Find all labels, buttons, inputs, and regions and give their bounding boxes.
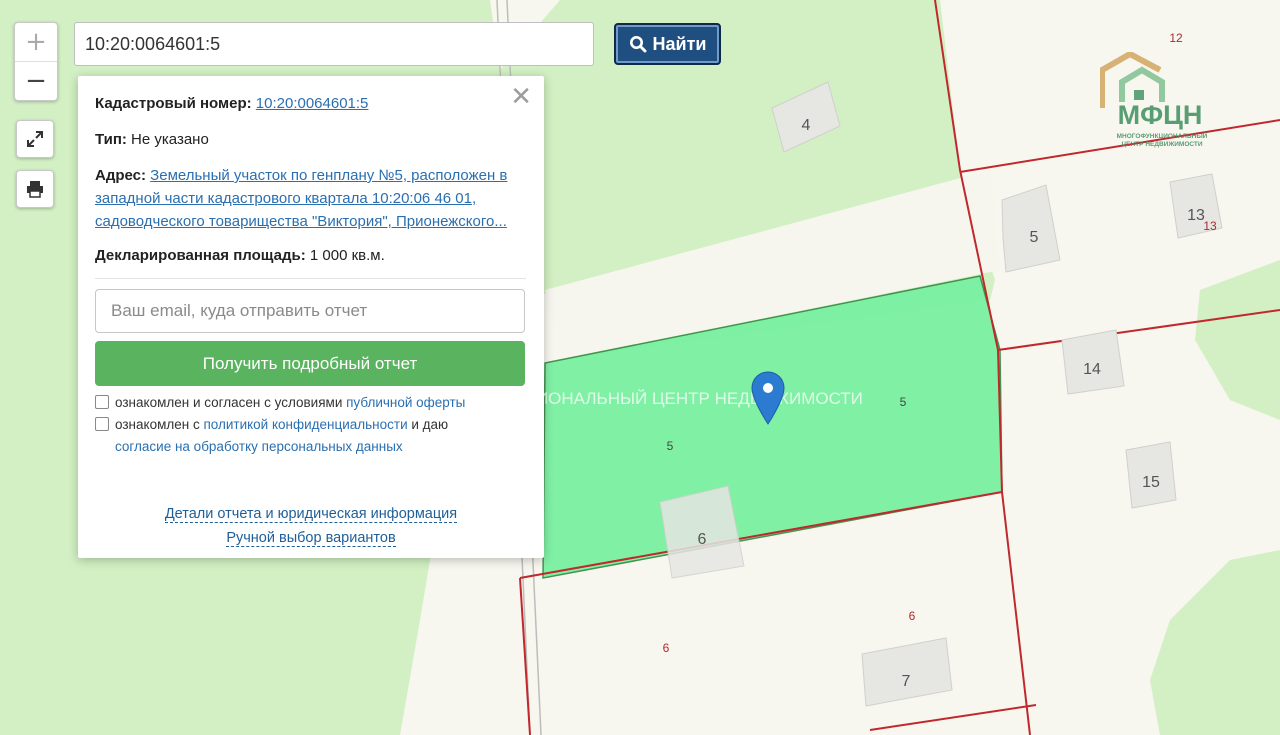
mfcn-logo: МФЦН МНОГОФУНКЦИОНАЛЬНЫЙ ЦЕНТР НЕДВИЖИМО… [1100,52,1208,148]
logo-subtitle-2: ЦЕНТР НЕДВИЖИМОСТИ [1121,141,1202,148]
close-icon[interactable]: ✕ [510,84,532,110]
search-icon [629,36,647,53]
area-row: Декларированная площадь: 1 000 кв.м. [95,244,526,267]
get-report-button[interactable]: Получить подробный отчет [95,341,525,386]
public-offer-link[interactable]: публичной оферты [346,395,465,410]
offer-consent-text: ознакомлен и согласен с условиями публич… [115,392,465,414]
building-number: 15 [1142,474,1160,491]
address-link[interactable]: Земельный участок по генплану №5, распол… [95,167,507,230]
report-details-link[interactable]: Детали отчета и юридическая информация [164,506,458,523]
type-value: Не указано [131,131,209,148]
privacy-consent-text: ознакомлен с политикой конфиденциальност… [115,414,448,458]
offer-consent-row: ознакомлен и согласен с условиями публич… [95,392,526,414]
zoom-in-button[interactable]: + [15,23,57,62]
cadastral-number-row: Кадастровый номер: 10:20:0064601:5 [95,92,526,115]
building-number: 6 [698,531,707,548]
area-value: 1 000 кв.м. [309,247,385,264]
parcel-number: 12 [1169,31,1183,45]
address-row: Адрес: Земельный участок по генплану №5,… [95,164,526,233]
parcel-number: 6 [663,641,670,655]
parcel-number: 6 [909,609,916,623]
building-number: 14 [1083,361,1101,378]
parcel-number: 5 [900,395,907,409]
email-input[interactable] [95,289,525,333]
divider [95,278,526,279]
print-button[interactable] [16,170,54,208]
popup-footer-links: Детали отчета и юридическая информация Р… [78,502,544,550]
area-label: Декларированная площадь: [95,247,306,264]
cadastral-number-link[interactable]: 10:20:0064601:5 [256,95,369,112]
building-number: 5 [1030,229,1039,246]
personal-data-consent-link[interactable]: согласие на обработку персональных данны… [115,439,403,454]
privacy-consent-label-b: и даю [407,417,449,432]
logo-subtitle-1: МНОГОФУНКЦИОНАЛЬНЫЙ [1117,131,1208,140]
expand-icon [27,131,43,147]
search-button[interactable]: Найти [614,23,721,65]
privacy-consent-checkbox[interactable] [95,417,109,431]
search-button-label: Найти [652,33,707,54]
manual-selection-link[interactable]: Ручной выбор вариантов [226,530,396,547]
type-label: Тип: [95,131,127,148]
zoom-out-button[interactable]: − [15,62,57,100]
offer-consent-label: ознакомлен и согласен с условиями [115,395,347,410]
cadastral-number-label: Кадастровый номер: [95,95,252,112]
fullscreen-button[interactable] [16,120,54,158]
type-row: Тип: Не указано [95,128,526,151]
parcel-number: 5 [667,439,674,453]
privacy-consent-label-a: ознакомлен с [115,417,204,432]
privacy-consent-row: ознакомлен с политикой конфиденциальност… [95,414,526,458]
building-number: 13 [1187,207,1205,224]
parcel-number: 13 [1203,219,1217,233]
cadastral-search-input[interactable] [74,22,594,66]
building-number: 7 [902,673,911,690]
zoom-control: + − [14,22,58,101]
printer-icon [27,181,43,198]
parcel-info-popup: ✕ Кадастровый номер: 10:20:0064601:5 Тип… [78,76,544,558]
privacy-policy-link[interactable]: политикой конфиденциальности [203,417,407,432]
building-number: 4 [802,117,811,134]
address-label: Адрес: [95,167,146,184]
logo-name: МФЦН [1118,100,1203,130]
offer-consent-checkbox[interactable] [95,395,109,409]
